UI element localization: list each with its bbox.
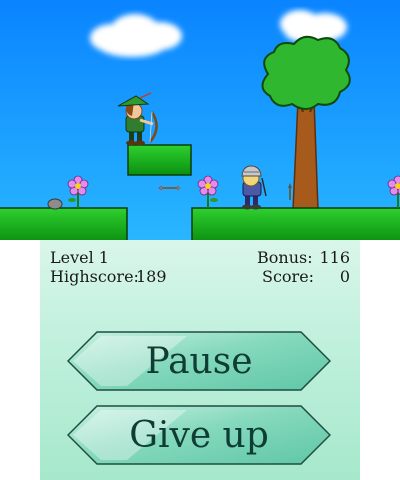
score-value: 0 [339, 267, 350, 286]
level-indicator: Level 1 [50, 248, 109, 267]
control-panel: Level 1 Highscore: 189 Bonus: 116 Score:… [40, 240, 360, 480]
pause-button-label: Pause [145, 340, 253, 382]
floating-platform [127, 144, 192, 176]
give-up-button[interactable]: Give up [67, 405, 331, 465]
give-up-button-label: Give up [129, 414, 269, 456]
ground-left [0, 207, 128, 240]
score-label: Score: [262, 267, 315, 286]
game-scene [0, 0, 400, 240]
bonus-label: Bonus: [257, 248, 313, 267]
rock [47, 198, 63, 210]
ground-right [191, 207, 400, 240]
bonus-value: 116 [319, 248, 350, 267]
pause-button[interactable]: Pause [67, 331, 331, 391]
highscore-value: 189 [136, 267, 167, 286]
highscore-label: Highscore: [50, 267, 139, 286]
